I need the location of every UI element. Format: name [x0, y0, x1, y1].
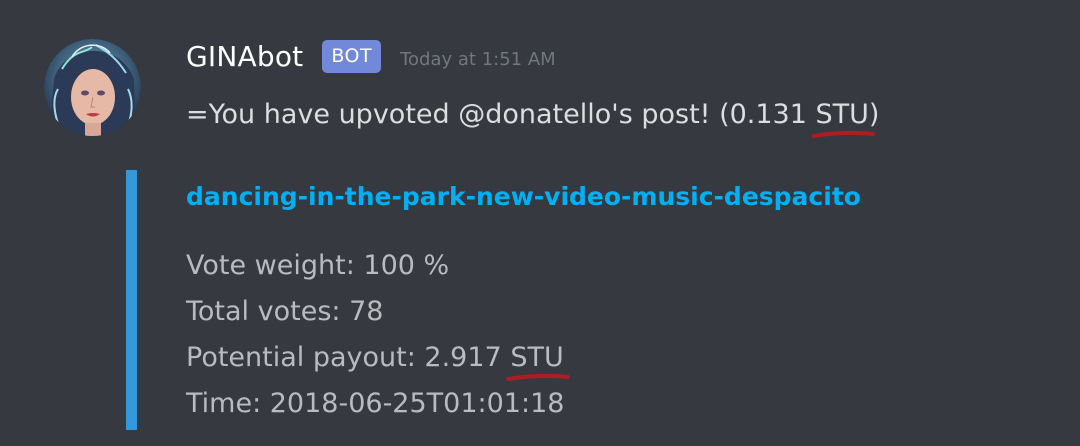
content-text: =You have upvoted @donatello's post! (0.…	[186, 99, 816, 130]
avatar-icon	[44, 39, 141, 136]
embed: dancing-in-the-park-new-video-music-desp…	[126, 170, 1006, 430]
payout-text: Potential payout: 2.917	[186, 342, 511, 373]
embed-accent-bar	[126, 170, 137, 430]
content-suffix: )	[868, 99, 880, 130]
vote-weight-field: Vote weight: 100 %	[186, 250, 450, 281]
bot-badge: BOT	[322, 39, 382, 73]
time-field: Time: 2018-06-25T01:01:18	[186, 388, 565, 419]
embed-title-link[interactable]: dancing-in-the-park-new-video-music-desp…	[186, 182, 861, 211]
username[interactable]: GINAbot	[186, 40, 303, 73]
total-votes-field: Total votes: 78	[186, 296, 384, 327]
potential-payout-field: Potential payout: 2.917 STU	[186, 342, 564, 373]
content-unit-underline	[811, 130, 875, 138]
message-content: =You have upvoted @donatello's post! (0.…	[186, 99, 879, 130]
content-unit: STU	[815, 99, 869, 130]
avatar[interactable]	[44, 39, 141, 136]
message-header: GINAbot BOT Today at 1:51 AM	[186, 36, 556, 76]
timestamp[interactable]: Today at 1:51 AM	[400, 49, 556, 70]
chat-message: GINAbot BOT Today at 1:51 AM =You have u…	[0, 0, 1080, 446]
payout-unit: STU	[510, 342, 564, 373]
